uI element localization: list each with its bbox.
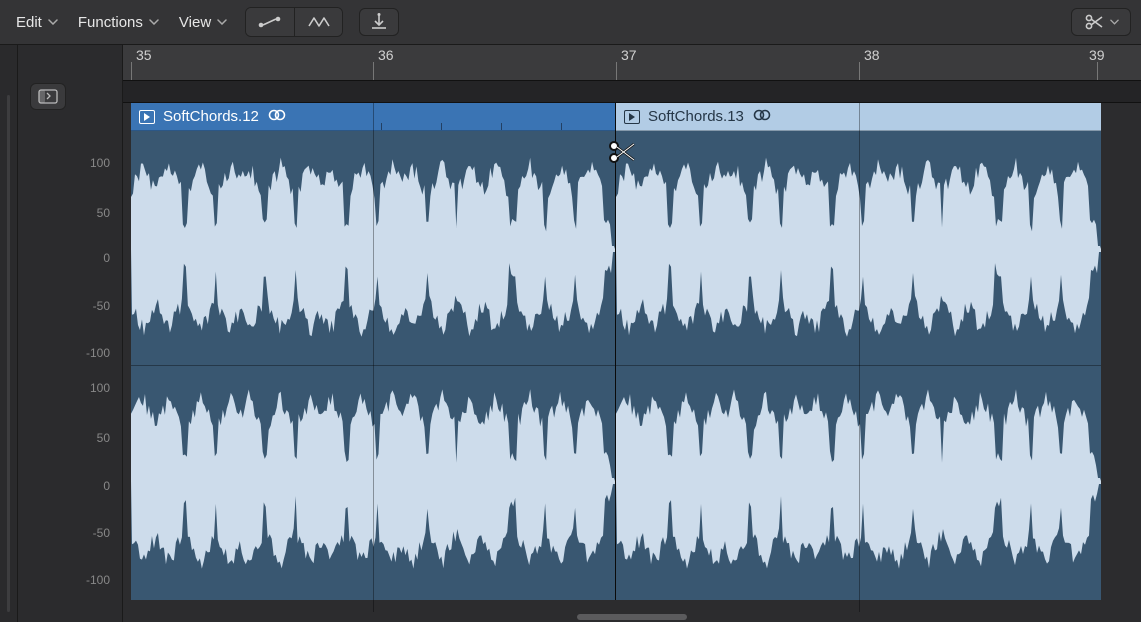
scale-label: 50 bbox=[18, 431, 116, 445]
barline bbox=[859, 103, 860, 612]
bar-ruler[interactable]: 35 36 37 38 39 bbox=[123, 45, 1141, 81]
scale-label: 100 bbox=[18, 381, 116, 395]
inspector-sidebar: 100 50 0 -50 -100 100 50 0 -50 -100 bbox=[18, 45, 123, 622]
scale-label: 50 bbox=[18, 206, 116, 220]
barline bbox=[373, 103, 374, 612]
region-name-label: SoftChords.13 bbox=[648, 108, 744, 125]
amplitude-scale: 100 50 0 -50 -100 100 50 0 -50 -100 bbox=[18, 138, 116, 603]
horizontal-scrollbar[interactable] bbox=[123, 611, 1141, 622]
chevron-down-icon bbox=[149, 17, 159, 27]
flex-toggle[interactable] bbox=[294, 8, 342, 36]
edit-menu[interactable]: Edit bbox=[14, 8, 60, 37]
scale-label: 0 bbox=[18, 479, 116, 493]
loop-icon bbox=[752, 108, 772, 126]
loop-icon bbox=[267, 108, 287, 126]
scale-label: -100 bbox=[18, 573, 116, 587]
view-menu[interactable]: View bbox=[177, 8, 229, 37]
play-icon bbox=[139, 110, 155, 124]
view-menu-label: View bbox=[179, 14, 211, 31]
left-gutter bbox=[0, 45, 18, 622]
tool-menu-scissors[interactable] bbox=[1071, 8, 1131, 36]
scale-label: -100 bbox=[18, 346, 116, 360]
audio-editor: 100 50 0 -50 -100 100 50 0 -50 -100 35 3… bbox=[0, 45, 1141, 622]
catch-playhead-button[interactable] bbox=[359, 8, 399, 36]
vertical-zoom-slider[interactable] bbox=[7, 95, 10, 612]
bar-number: 39 bbox=[1089, 47, 1105, 63]
inspector-toggle-button[interactable] bbox=[30, 83, 66, 110]
scale-label: -50 bbox=[18, 526, 116, 540]
bar-number: 38 bbox=[864, 47, 880, 63]
scale-label: -50 bbox=[18, 299, 116, 313]
automation-toggle[interactable] bbox=[246, 8, 294, 36]
bar-number: 37 bbox=[621, 47, 637, 63]
beat-ticks bbox=[361, 103, 615, 130]
waveform-area[interactable]: 35 36 37 38 39 SoftChords.12 bbox=[123, 45, 1141, 622]
bar-number: 35 bbox=[136, 47, 152, 63]
regions-container: SoftChords.12 bbox=[123, 103, 1141, 600]
chevron-down-icon bbox=[48, 17, 58, 27]
marker-lane[interactable] bbox=[123, 81, 1141, 103]
chevron-down-icon bbox=[217, 17, 227, 27]
functions-menu[interactable]: Functions bbox=[76, 8, 161, 37]
toolbar: Edit Functions View bbox=[0, 0, 1141, 45]
bar-number: 36 bbox=[378, 47, 394, 63]
play-icon bbox=[624, 110, 640, 124]
functions-menu-label: Functions bbox=[78, 14, 143, 31]
region-name-label: SoftChords.12 bbox=[163, 108, 259, 125]
scale-label: 0 bbox=[18, 251, 116, 265]
scale-label: 100 bbox=[18, 156, 116, 170]
scrollbar-thumb[interactable] bbox=[577, 614, 687, 620]
menu-group: Edit Functions View bbox=[14, 8, 229, 37]
automation-flex-group bbox=[245, 7, 343, 37]
edit-menu-label: Edit bbox=[16, 14, 42, 31]
